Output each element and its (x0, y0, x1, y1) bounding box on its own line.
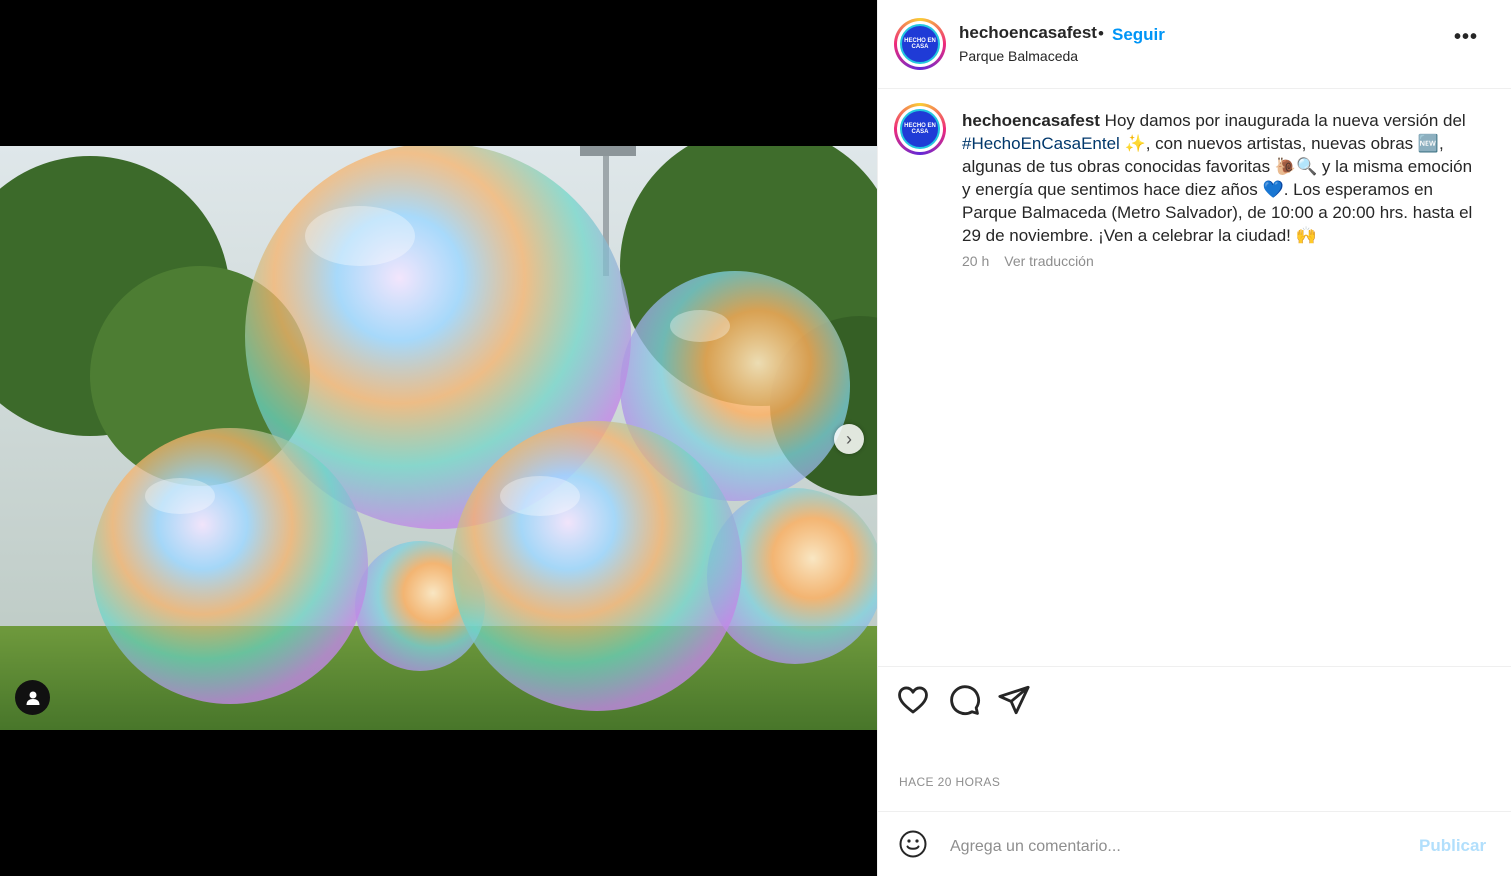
publish-button[interactable]: Publicar (1419, 836, 1486, 856)
chevron-right-icon: › (846, 428, 852, 449)
post-header: HECHO EN CASA hechoencasafest • Seguir P… (878, 0, 1511, 89)
comment-input[interactable] (948, 832, 1412, 862)
caption-avatar[interactable]: HECHO EN CASA (894, 103, 946, 155)
post-location[interactable]: Parque Balmaceda (959, 48, 1078, 64)
emoji-icon[interactable] (898, 829, 928, 859)
user-icon (26, 691, 39, 705)
caption-username[interactable]: hechoencasafest (962, 111, 1100, 130)
post-details-panel: HECHO EN CASA hechoencasafest • Seguir P… (877, 0, 1511, 876)
more-options-icon[interactable]: ••• (1454, 26, 1478, 49)
heart-icon[interactable] (896, 683, 930, 717)
translate-link[interactable]: Ver traducción (1004, 253, 1094, 269)
brand-logo: HECHO EN CASA (900, 24, 940, 64)
action-bar (878, 666, 1511, 733)
caption-age: 20 h (962, 253, 990, 269)
comment-composer: Publicar (878, 811, 1511, 877)
author-username[interactable]: hechoencasafest (959, 23, 1097, 43)
media-panel: › (0, 0, 877, 876)
comment-icon[interactable] (947, 683, 981, 717)
next-image-button[interactable]: › (834, 424, 864, 454)
caption-text: Hoy damos por inaugurada la nueva versió… (1099, 111, 1466, 130)
post-photo[interactable] (0, 146, 877, 730)
post-timestamp[interactable]: HACE 20 HORAS (899, 775, 1000, 789)
author-avatar[interactable]: HECHO EN CASA (894, 18, 946, 70)
follow-button[interactable]: Seguir (1112, 25, 1165, 45)
tagged-users-button[interactable] (15, 680, 50, 715)
bubbles-illustration (0, 146, 877, 730)
caption-meta: 20 h Ver traducción (962, 253, 1094, 269)
caption-hashtag[interactable]: #HechoEnCasaEntel (962, 134, 1120, 153)
share-icon[interactable] (997, 683, 1031, 717)
brand-logo: HECHO EN CASA (900, 109, 940, 149)
post-caption: hechoencasafest Hoy damos por inaugurada… (962, 109, 1482, 247)
separator-dot: • (1098, 24, 1104, 43)
